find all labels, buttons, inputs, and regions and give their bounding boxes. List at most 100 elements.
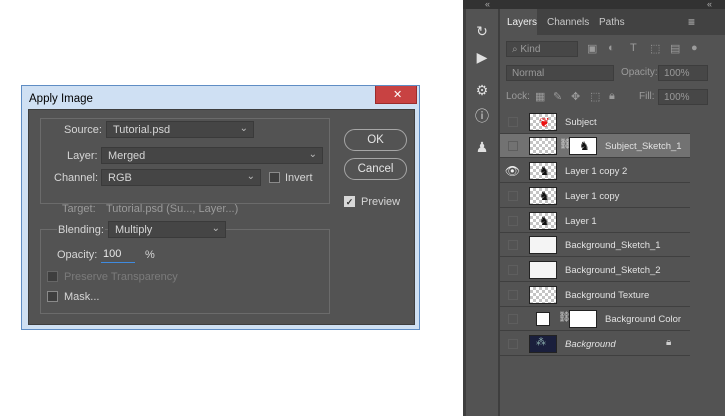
visibility-toggle[interactable] bbox=[504, 258, 521, 282]
layer-label: Layer: bbox=[67, 150, 98, 162]
mask-checkbox[interactable] bbox=[47, 291, 58, 302]
target-label: Target: bbox=[62, 203, 96, 215]
layer-row[interactable]: ⁂ Background 🔒︎ bbox=[500, 332, 690, 356]
layer-mask-thumbnail[interactable]: ♞ bbox=[569, 137, 597, 155]
source-select[interactable]: Tutorial.psd ⌄ bbox=[106, 121, 254, 138]
visibility-toggle[interactable] bbox=[504, 283, 521, 307]
visibility-toggle[interactable] bbox=[504, 209, 521, 233]
tab-channels[interactable]: Channels bbox=[547, 17, 589, 28]
opacity-label: Opacity: bbox=[57, 249, 98, 261]
layer-thumbnail: ♞ bbox=[529, 162, 557, 180]
background-image: ⁂ bbox=[536, 337, 546, 348]
layer-row[interactable]: Background_Sketch_1 bbox=[500, 233, 690, 257]
blend-mode-select[interactable]: Normal bbox=[506, 65, 614, 81]
filter-smart-object-icon[interactable]: ▤ bbox=[670, 42, 680, 55]
chevron-down-icon: ⌄ bbox=[308, 149, 317, 160]
lock-artboard-icon[interactable]: ⬚ bbox=[590, 90, 600, 103]
layer-row[interactable]: 👁︎ ♞ Layer 1 copy 2 bbox=[500, 159, 690, 183]
collapse-icon[interactable]: « bbox=[485, 0, 490, 9]
filter-toggle-icon[interactable]: ● bbox=[691, 42, 698, 54]
preserve-transparency-checkbox[interactable] bbox=[47, 271, 58, 282]
source-label: Source: bbox=[64, 124, 102, 136]
channel-select[interactable]: RGB ⌄ bbox=[101, 169, 261, 186]
layer-name: Layer 1 copy 2 bbox=[565, 166, 628, 177]
play-icon[interactable]: ▶ bbox=[466, 49, 498, 66]
filter-kind-value: Kind bbox=[520, 44, 541, 55]
layer-row[interactable]: Background_Sketch_2 bbox=[500, 258, 690, 282]
opacity-value: 100% bbox=[664, 68, 690, 79]
mask-shape: ♞ bbox=[579, 139, 590, 153]
lock-transparent-icon[interactable]: ▦ bbox=[535, 90, 545, 103]
visibility-toggle[interactable] bbox=[504, 184, 521, 208]
eye-icon[interactable]: 👁︎ bbox=[504, 159, 521, 183]
visibility-toggle[interactable] bbox=[504, 134, 521, 158]
channel-value: RGB bbox=[108, 172, 132, 184]
clone-source-icon[interactable]: ♟ bbox=[466, 139, 498, 156]
preview-checkbox[interactable]: ✓ bbox=[344, 196, 355, 207]
blending-select[interactable]: Multiply ⌄ bbox=[108, 221, 226, 238]
layer-name: Background bbox=[565, 339, 616, 350]
preserve-transparency-label: Preserve Transparency bbox=[64, 271, 178, 283]
visibility-toggle[interactable] bbox=[504, 233, 521, 257]
mask-label: Mask... bbox=[64, 291, 100, 303]
chevron-down-icon: ⌄ bbox=[211, 223, 220, 234]
sketch-shape: ♞ bbox=[539, 164, 550, 178]
tab-layers[interactable]: Layers bbox=[500, 9, 537, 35]
layer-name: Background Texture bbox=[565, 290, 650, 301]
layer-row[interactable]: ♞ Layer 1 bbox=[500, 209, 690, 233]
lock-position-icon[interactable]: ✥ bbox=[571, 90, 580, 103]
fill-color-thumbnail[interactable] bbox=[536, 312, 550, 326]
layer-select[interactable]: Merged ⌄ bbox=[101, 147, 323, 164]
filter-kind-select[interactable]: ⌕ Kind bbox=[506, 41, 578, 57]
filter-pixel-icon[interactable]: ▣ bbox=[587, 42, 597, 55]
channel-label: Channel: bbox=[54, 172, 99, 184]
filter-shape-icon[interactable]: ⬚ bbox=[650, 42, 660, 55]
filter-type-icon[interactable]: T bbox=[630, 42, 637, 54]
layer-row[interactable]: ⛓ ♞ Subject_Sketch_1 bbox=[500, 134, 690, 158]
layer-name: Subject_Sketch_1 bbox=[605, 141, 682, 152]
layer-row[interactable]: ⛓ Background Color bbox=[500, 307, 690, 331]
layer-thumbnail: ⁂ bbox=[529, 335, 557, 353]
fill-value: 100% bbox=[664, 92, 690, 103]
cancel-button[interactable]: Cancel bbox=[344, 158, 407, 180]
lock-image-icon[interactable]: ✎ bbox=[553, 90, 562, 103]
adjustments-icon[interactable]: ⚙ bbox=[466, 82, 498, 99]
history-icon[interactable]: ↻ bbox=[466, 23, 498, 40]
sketch-shape: ♞ bbox=[539, 214, 550, 228]
lock-label: Lock: bbox=[506, 91, 530, 102]
ok-button[interactable]: OK bbox=[344, 129, 407, 151]
layer-mask-thumbnail[interactable] bbox=[569, 310, 597, 328]
layer-thumbnail: ❦ bbox=[529, 113, 557, 131]
source-value: Tutorial.psd bbox=[113, 124, 171, 136]
invert-checkbox[interactable] bbox=[269, 172, 280, 183]
visibility-toggle[interactable] bbox=[504, 332, 521, 356]
fill-field[interactable]: 100% bbox=[658, 89, 708, 105]
collapse-icon[interactable]: « bbox=[707, 0, 712, 9]
layer-row[interactable]: ❦ Subject bbox=[500, 110, 690, 134]
layer-row[interactable]: Background Texture bbox=[500, 283, 690, 307]
close-button[interactable]: ✕ bbox=[375, 86, 417, 104]
tab-paths[interactable]: Paths bbox=[599, 17, 625, 28]
filter-adjustment-icon[interactable]: ◐ bbox=[608, 42, 615, 54]
opacity-field[interactable]: 100% bbox=[658, 65, 708, 81]
layer-thumbnail bbox=[529, 261, 557, 279]
blending-value: Multiply bbox=[115, 224, 153, 236]
layer-row[interactable]: ♞ Layer 1 copy bbox=[500, 184, 690, 208]
layer-value: Merged bbox=[108, 150, 146, 162]
opacity-input[interactable]: 100 bbox=[101, 246, 135, 263]
visibility-toggle[interactable] bbox=[504, 110, 521, 134]
panel-top-bar: « « bbox=[463, 0, 725, 9]
info-icon[interactable]: ⓘ bbox=[466, 106, 498, 126]
layer-name: Layer 1 copy bbox=[565, 191, 620, 202]
subject-red-shape: ❦ bbox=[539, 115, 550, 130]
layer-name: Background Color bbox=[605, 314, 682, 325]
lock-all-icon[interactable]: 🔒︎ bbox=[609, 90, 615, 103]
lock-icon: 🔒︎ bbox=[666, 337, 672, 348]
sketch-shape: ♞ bbox=[539, 189, 550, 203]
layer-name: Layer 1 bbox=[565, 216, 597, 227]
visibility-toggle[interactable] bbox=[504, 307, 521, 331]
layer-thumbnail: ♞ bbox=[529, 187, 557, 205]
layer-name: Background_Sketch_2 bbox=[565, 265, 661, 276]
blend-mode-value: Normal bbox=[512, 68, 545, 79]
panel-menu-icon[interactable]: ≡ bbox=[688, 15, 695, 29]
